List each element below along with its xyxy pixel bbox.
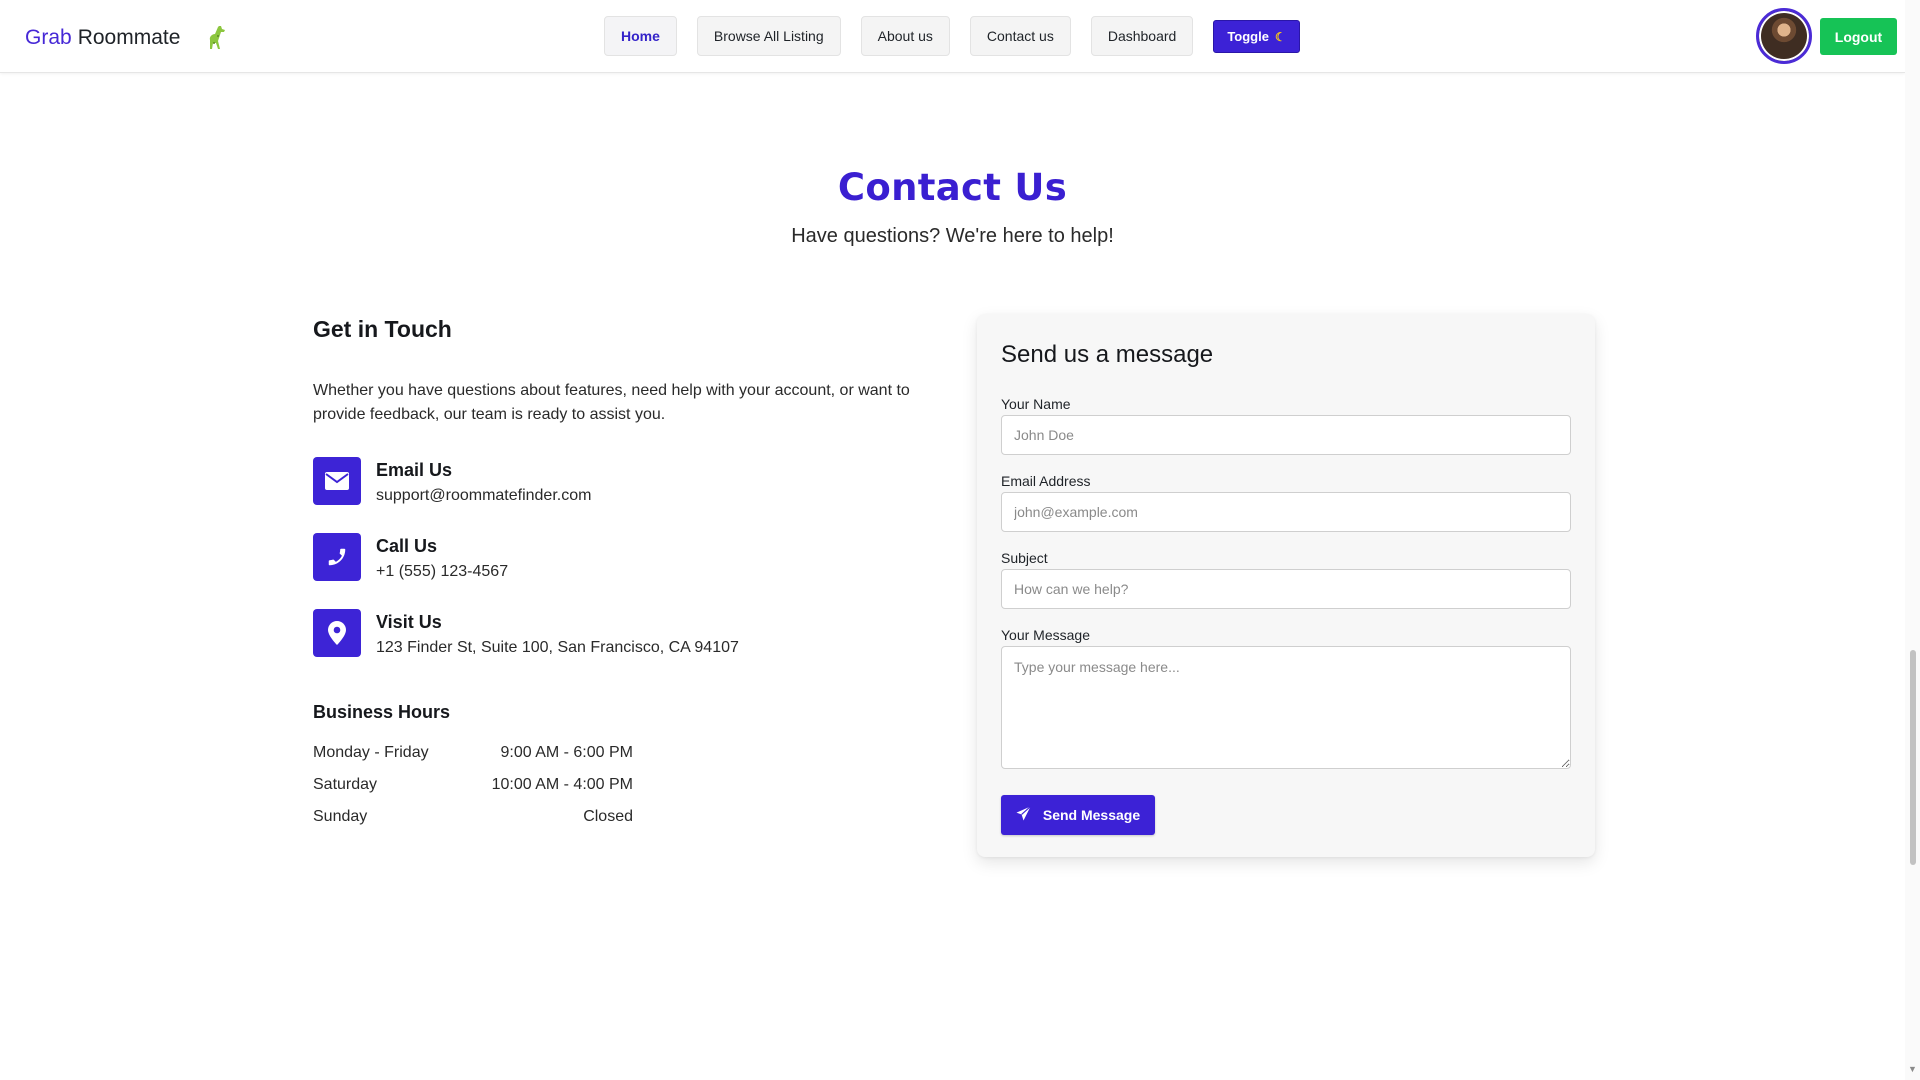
get-in-touch-intro: Whether you have questions about feature… [313, 382, 910, 423]
contact-address-value: 123 Finder St, Suite 100, San Francisco,… [376, 639, 739, 656]
contact-phone-title: Call Us [376, 536, 438, 556]
hours-row: Monday - Friday 9:00 AM - 6:00 PM [313, 737, 633, 769]
moon-icon: ☾ [1274, 29, 1286, 44]
subject-label: Subject [1001, 550, 1048, 566]
nav-home[interactable]: Home [604, 16, 677, 56]
send-message-button[interactable]: Send Message [1001, 795, 1155, 835]
send-message-label: Send Message [1042, 807, 1141, 823]
hours-day: Monday - Friday [313, 744, 429, 761]
business-hours-heading: Business Hours [313, 702, 451, 722]
hours-time: Closed [583, 808, 633, 825]
scroll-down-arrow-icon[interactable]: ▼ [1908, 1064, 1917, 1074]
name-label: Your Name [1001, 396, 1071, 412]
paper-plane-icon [1016, 806, 1031, 824]
user-avatar[interactable] [1756, 8, 1812, 64]
brand-name-part2: Roommate [77, 26, 181, 49]
logout-button[interactable]: Logout [1820, 18, 1897, 55]
form-heading: Send us a message [1001, 341, 1214, 368]
get-in-touch-section: Get in Touch Whether you have questions … [313, 316, 933, 833]
contact-email: Email Us support@roommatefinder.com [313, 457, 933, 533]
nav-browse-all-listing[interactable]: Browse All Listing [696, 16, 841, 56]
contact-phone: Call Us +1 (555) 123-4567 [313, 533, 933, 609]
nav-about-us[interactable]: About us [860, 16, 950, 56]
brand-logo[interactable]: Grab Roommate [25, 24, 228, 52]
contact-email-title: Email Us [376, 460, 453, 480]
business-hours-table: Monday - Friday 9:00 AM - 6:00 PM Saturd… [313, 737, 633, 833]
message-label: Your Message [1001, 627, 1090, 643]
email-label: Email Address [1001, 473, 1091, 489]
email-input[interactable] [1001, 492, 1571, 532]
main-nav: Home Browse All Listing About us Contact… [604, 16, 1300, 56]
contact-phone-value[interactable]: +1 (555) 123-4567 [376, 563, 508, 581]
hours-row: Sunday Closed [313, 801, 633, 833]
contact-address: Visit Us 123 Finder St, Suite 100, San F… [313, 609, 933, 685]
theme-toggle-button[interactable]: Toggle ☾ [1213, 20, 1300, 53]
contact-methods: Email Us support@roommatefinder.com Call… [313, 457, 933, 685]
envelope-icon [313, 457, 361, 505]
subject-input[interactable] [1001, 569, 1571, 609]
page-title: Contact Us [837, 166, 1068, 209]
hours-time: 9:00 AM - 6:00 PM [500, 744, 633, 761]
message-form-card: Send us a message Your Name Email Addres… [977, 314, 1595, 857]
nav-contact-us[interactable]: Contact us [969, 16, 1071, 56]
map-pin-icon [313, 609, 361, 657]
name-input[interactable] [1001, 415, 1571, 455]
hours-day: Sunday [313, 808, 368, 825]
contact-email-value[interactable]: support@roommatefinder.com [376, 487, 591, 505]
toggle-label: Toggle [1227, 29, 1269, 44]
nav-dashboard[interactable]: Dashboard [1090, 16, 1194, 56]
scrollbar-thumb[interactable] [1910, 650, 1916, 865]
giraffe-logo-icon [204, 24, 228, 52]
brand-name-part1: Grab [25, 26, 72, 49]
page-scrollbar[interactable]: ▼ [1905, 0, 1920, 1080]
hours-row: Saturday 10:00 AM - 4:00 PM [313, 769, 633, 801]
message-textarea[interactable] [1001, 646, 1571, 769]
hours-day: Saturday [313, 776, 378, 793]
navbar: Grab Roommate Home Browse All Listing Ab… [0, 0, 1905, 73]
get-in-touch-heading: Get in Touch [313, 316, 452, 342]
contact-address-title: Visit Us [376, 612, 442, 632]
page-subtitle: Have questions? We're here to help! [791, 225, 1114, 247]
hours-time: 10:00 AM - 4:00 PM [491, 776, 633, 793]
phone-icon [313, 533, 361, 581]
